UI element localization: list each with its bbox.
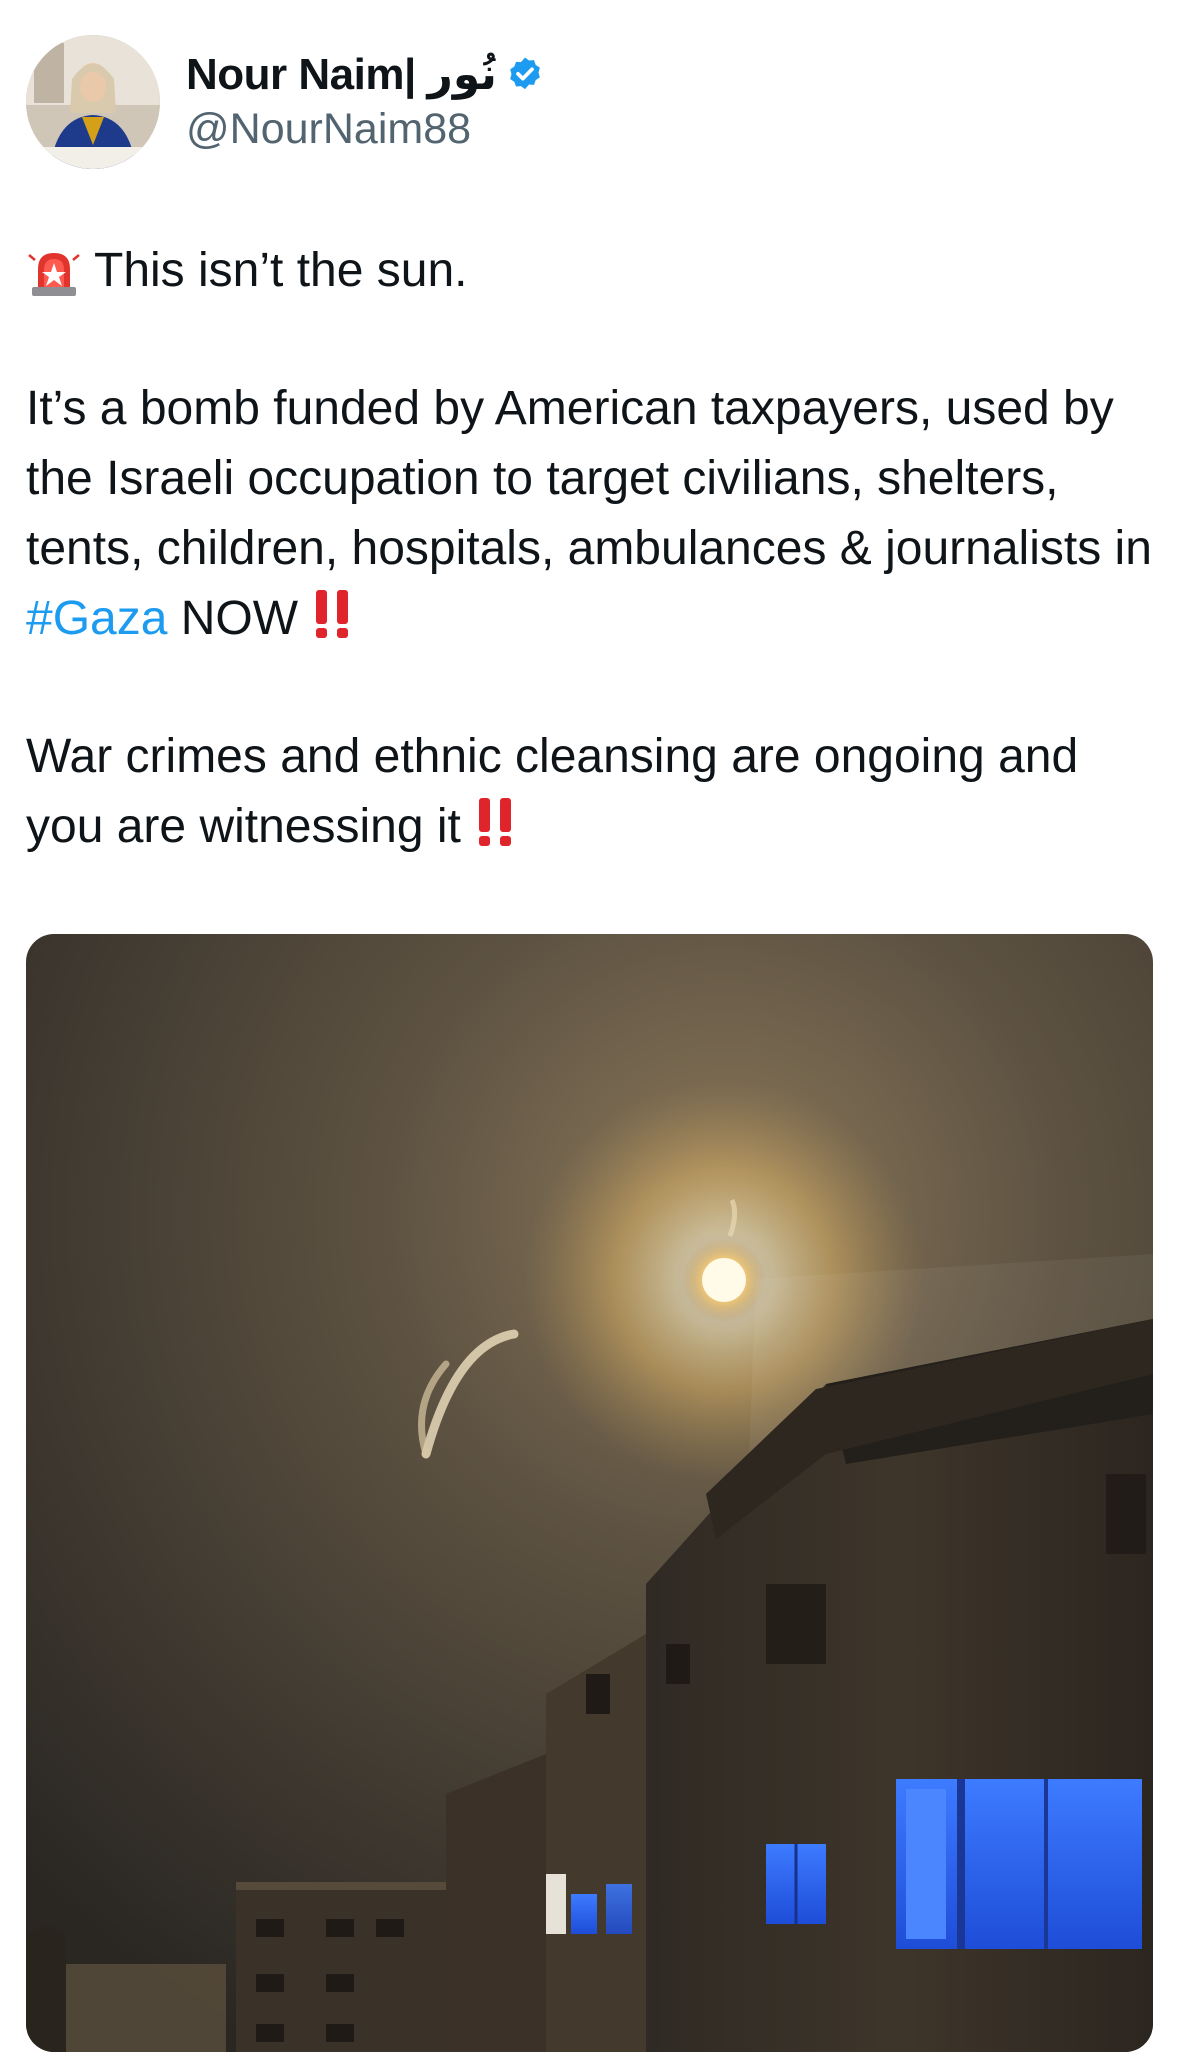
paragraph-3-text: War crimes and ethnic cleansing are ongo… [26,730,1079,853]
double-exclamation-icon [478,798,511,846]
tweet-line-1: This isn’t the sun. [94,244,468,297]
double-exclamation-icon [316,590,349,638]
paragraph-2-text: It’s a bomb funded by American taxpayers… [26,382,1152,575]
tweet-media-photo[interactable] [26,934,1153,2052]
verified-badge-icon [510,57,540,90]
tweet-header: Nour Naim| نُور @NourNaim88 [26,32,545,172]
profile-photo-icon [26,35,160,169]
police-car-light-icon [28,253,80,296]
display-name[interactable]: Nour Naim| نُور [186,49,497,101]
avatar[interactable] [26,35,160,169]
hashtag-link[interactable]: #Gaza [26,592,167,645]
night-sky-flare-photo [26,934,1153,2052]
tweet-paragraph-3: War crimes and ethnic cleansing are ongo… [26,722,1156,862]
tweet-body: This isn’t the sun. It’s a bomb funded b… [26,236,1156,862]
paragraph-2-tail: NOW [167,592,299,645]
tweet-paragraph-2: It’s a bomb funded by American taxpayers… [26,374,1156,654]
user-handle[interactable]: @NourNaim88 [186,103,545,155]
